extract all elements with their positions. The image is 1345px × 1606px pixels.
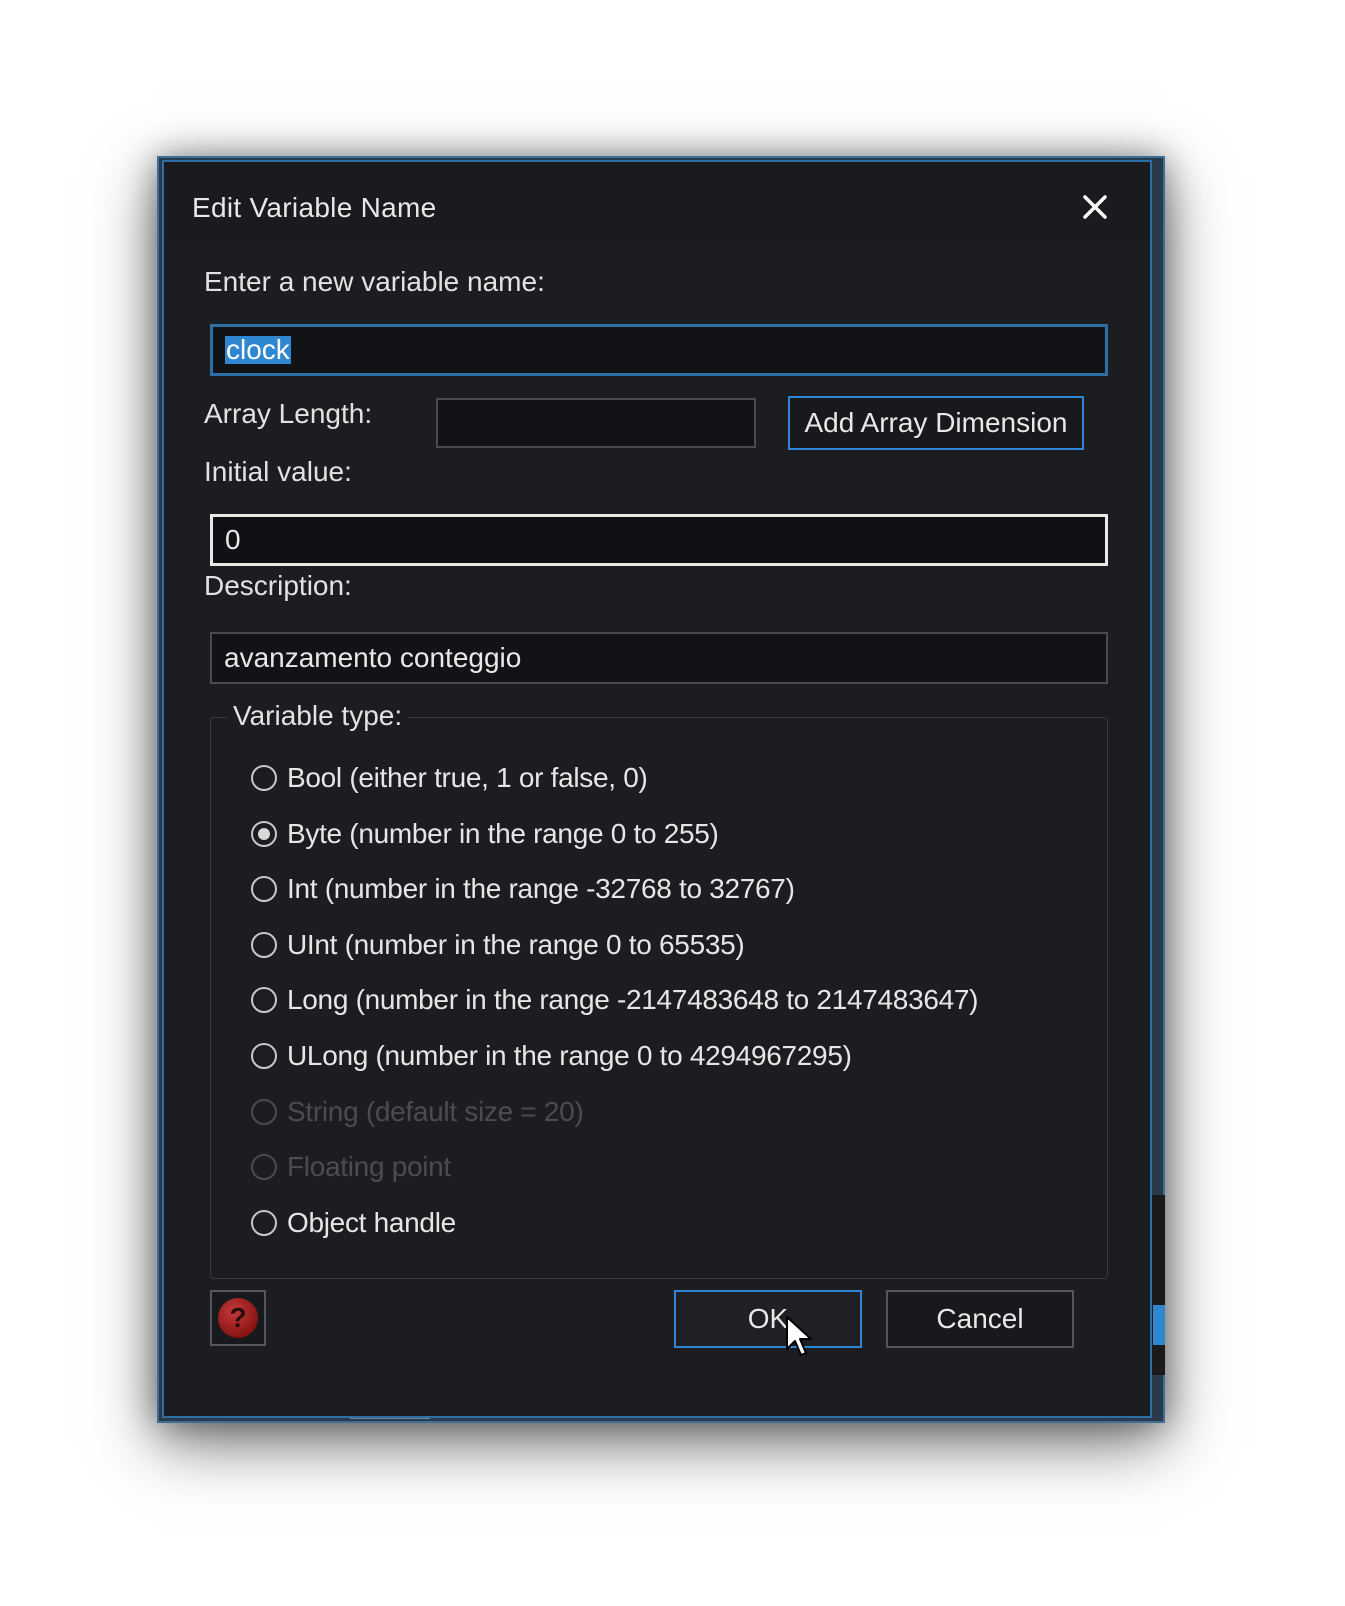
radio-button[interactable] <box>251 821 277 847</box>
radio-button[interactable] <box>251 765 277 791</box>
variable-type-option-label: Object handle <box>287 1207 456 1238</box>
background-window-edge <box>350 1418 430 1425</box>
help-glyph: ? <box>229 1302 247 1333</box>
dialog-title: Edit Variable Name <box>192 192 437 223</box>
description-input[interactable]: avanzamento conteggio <box>210 632 1108 684</box>
variable-name-input[interactable]: clock <box>210 324 1108 376</box>
variable-type-option: String (default size = 20) <box>251 1094 584 1130</box>
radio-button[interactable] <box>251 876 277 902</box>
variable-name-label: Enter a new variable name: <box>204 266 545 297</box>
initial-value-label: Initial value: <box>204 456 352 487</box>
variable-type-group: Variable type: Bool (either true, 1 or f… <box>210 700 1108 1279</box>
variable-type-option-label: Long (number in the range -2147483648 to… <box>287 984 979 1015</box>
background-window-strip <box>1150 1195 1165 1375</box>
variable-type-option[interactable]: Byte (number in the range 0 to 255) <box>251 816 719 852</box>
variable-type-option: Floating point <box>251 1149 451 1185</box>
radio-button <box>251 1099 277 1125</box>
variable-type-option[interactable]: Int (number in the range -32768 to 32767… <box>251 871 795 907</box>
variable-type-option-label: Int (number in the range -32768 to 32767… <box>287 873 795 904</box>
variable-type-option[interactable]: ULong (number in the range 0 to 42949672… <box>251 1038 852 1074</box>
variable-type-option[interactable]: UInt (number in the range 0 to 65535) <box>251 927 745 963</box>
help-icon: ? <box>218 1298 258 1338</box>
variable-type-option-label: Floating point <box>287 1151 451 1182</box>
initial-value-input[interactable]: 0 <box>210 514 1108 566</box>
background-window-highlight <box>1153 1305 1165 1345</box>
edit-variable-dialog: Edit Variable Name Enter a new variable … <box>162 160 1152 1418</box>
variable-type-option-label: UInt (number in the range 0 to 65535) <box>287 929 745 960</box>
variable-type-option-label: ULong (number in the range 0 to 42949672… <box>287 1040 852 1071</box>
ok-button[interactable]: OK <box>674 1290 862 1348</box>
close-icon[interactable] <box>1078 190 1112 224</box>
variable-type-option-label: Bool (either true, 1 or false, 0) <box>287 762 648 793</box>
variable-type-option[interactable]: Long (number in the range -2147483648 to… <box>251 982 978 1018</box>
cancel-button[interactable]: Cancel <box>886 1290 1074 1348</box>
help-button[interactable]: ? <box>210 1290 266 1346</box>
radio-button[interactable] <box>251 1043 277 1069</box>
radio-button[interactable] <box>251 987 277 1013</box>
description-label: Description: <box>204 570 352 601</box>
radio-button[interactable] <box>251 1210 277 1236</box>
variable-type-option[interactable]: Bool (either true, 1 or false, 0) <box>251 760 648 796</box>
radio-button[interactable] <box>251 932 277 958</box>
variable-type-legend: Variable type: <box>227 700 409 732</box>
radio-button <box>251 1154 277 1180</box>
variable-name-value: clock <box>225 334 291 365</box>
array-length-input[interactable] <box>436 398 756 448</box>
add-array-dimension-button[interactable]: Add Array Dimension <box>788 396 1084 450</box>
variable-type-option[interactable]: Object handle <box>251 1205 456 1241</box>
variable-type-option-label: String (default size = 20) <box>287 1096 584 1127</box>
title-bar: Edit Variable Name <box>164 162 1150 244</box>
variable-type-option-label: Byte (number in the range 0 to 255) <box>287 818 719 849</box>
array-length-label: Array Length: <box>204 398 373 429</box>
